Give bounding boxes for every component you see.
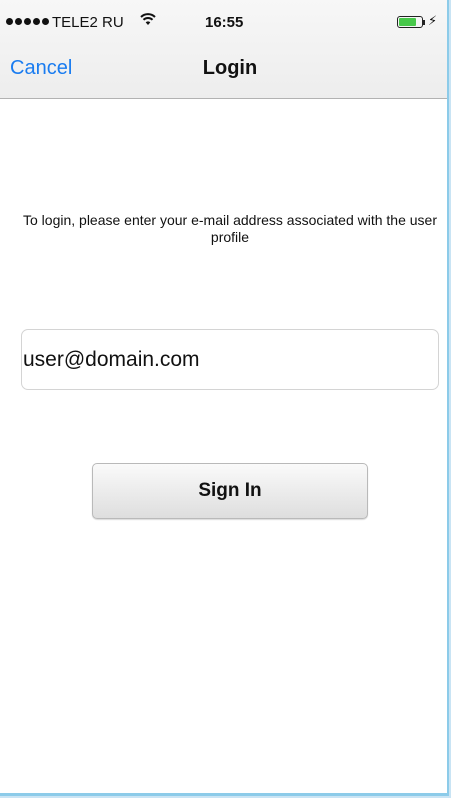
top-bar: TELE2 RU 16:55 ⚡︎ Cancel Login [0,0,447,99]
clock: 16:55 [205,14,244,31]
sign-in-button[interactable]: Sign In [92,463,368,519]
battery-level [399,18,416,26]
bolt-icon: ⚡︎ [428,13,438,28]
wifi-icon [140,12,156,30]
battery-tip [423,20,425,25]
battery-icon [397,16,423,28]
signal-dot [6,18,13,25]
signal-dot [24,18,31,25]
email-field[interactable] [21,329,439,390]
signal-dot [15,18,22,25]
status-bar: TELE2 RU 16:55 ⚡︎ [0,0,447,40]
carrier-name: TELE2 RU [52,14,124,31]
phone-screen: TELE2 RU 16:55 ⚡︎ Cancel Login To login,… [0,0,449,796]
instruction-text: To login, please enter your e-mail addre… [23,212,437,245]
signal-strength-icon [6,18,49,25]
signal-dot [42,18,49,25]
page-title: Login [202,57,258,79]
signal-dot [33,18,40,25]
